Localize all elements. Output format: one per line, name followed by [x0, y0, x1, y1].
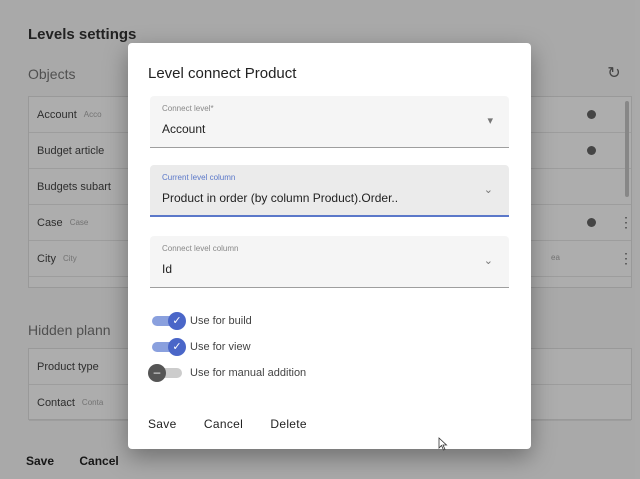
use-for-build-toggle[interactable]: ✓ Use for build [150, 311, 252, 331]
field-label: Current level column [162, 173, 236, 182]
use-for-manual-addition-toggle[interactable]: – Use for manual addition [148, 363, 307, 383]
toggle-switch[interactable]: ✓ [150, 312, 186, 330]
toggle-label: Use for manual addition [190, 367, 307, 379]
connect-level-column-select[interactable]: Connect level column Id ⌄ [150, 236, 509, 288]
check-icon: ✓ [168, 312, 186, 330]
field-value: Product in order (by column Product).Ord… [162, 191, 399, 205]
connect-level-select[interactable]: Connect level* Account ▾ [150, 96, 509, 148]
chevron-down-icon[interactable]: ⌄ [484, 254, 493, 267]
toggle-label: Use for build [190, 315, 252, 327]
dropdown-arrow-icon[interactable]: ▾ [487, 114, 493, 127]
save-button[interactable]: Save [148, 417, 177, 431]
current-level-column-select[interactable]: Current level column Product in order (b… [150, 165, 509, 217]
field-label: Connect level* [162, 104, 214, 113]
use-for-view-toggle[interactable]: ✓ Use for view [150, 337, 251, 357]
cancel-button[interactable]: Cancel [204, 417, 243, 431]
toggle-switch[interactable]: – [148, 364, 184, 382]
toggle-label: Use for view [190, 341, 251, 353]
chevron-down-icon[interactable]: ⌄ [484, 183, 493, 196]
field-label: Connect level column [162, 244, 239, 253]
check-icon: ✓ [168, 338, 186, 356]
level-connect-dialog: Level connect Product Connect level* Acc… [128, 43, 531, 449]
dialog-actions: Save Cancel Delete [148, 417, 331, 431]
toggle-switch[interactable]: ✓ [150, 338, 186, 356]
field-value: Account [162, 122, 206, 136]
delete-button[interactable]: Delete [270, 417, 307, 431]
mouse-cursor-icon [438, 437, 448, 451]
dialog-title: Level connect Product [148, 65, 297, 82]
field-value: Id [162, 262, 173, 276]
minus-icon: – [148, 364, 166, 382]
